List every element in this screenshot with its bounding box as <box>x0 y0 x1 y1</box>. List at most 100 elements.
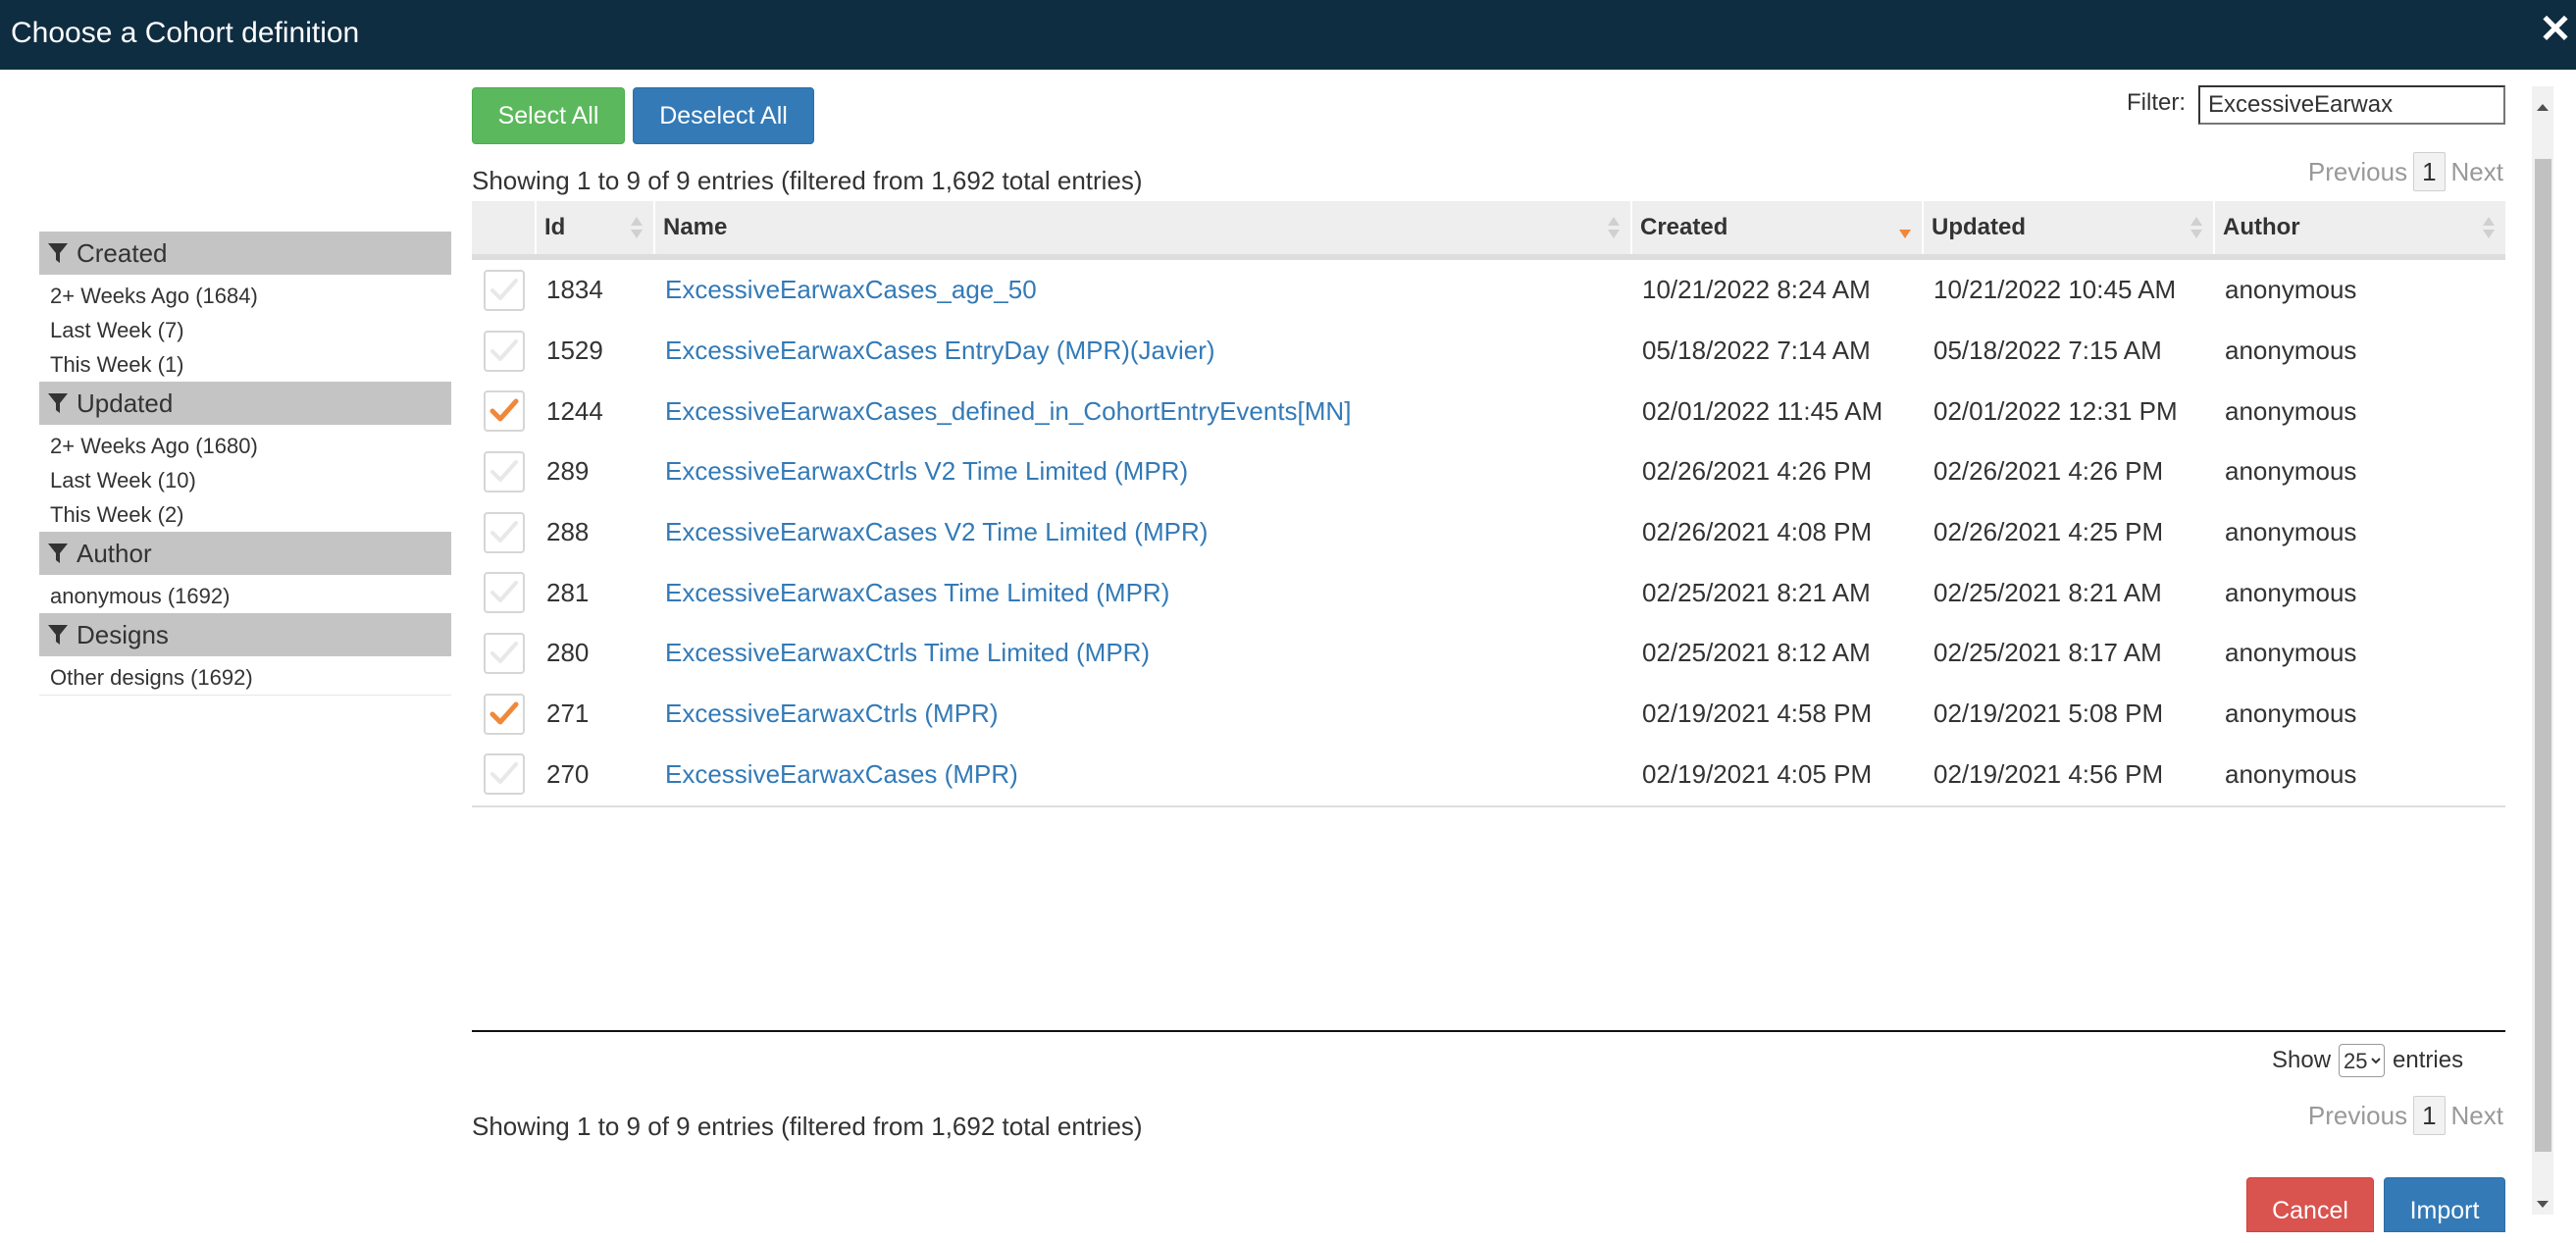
id-cell: 280 <box>546 638 590 668</box>
updated-cell: 05/18/2022 7:15 AM <box>1933 336 2162 366</box>
cohort-name-link[interactable]: ExcessiveEarwaxCases V2 Time Limited (MP… <box>665 517 1208 546</box>
name-cell: ExcessiveEarwaxCtrls Time Limited (MPR) <box>655 638 1632 668</box>
row-checkbox[interactable] <box>484 511 525 553</box>
filter-icon <box>48 625 68 645</box>
entries-info-bottom: Showing 1 to 9 of 9 entries (filtered fr… <box>472 1112 1143 1141</box>
author-cell: anonymous <box>2225 758 2357 789</box>
id-cell: 1529 <box>546 336 603 366</box>
cohort-name-link[interactable]: ExcessiveEarwaxCases_age_50 <box>665 275 1037 304</box>
facet-items-created: 2+ Weeks Ago (1684) Last Week (7) This Wee… <box>39 275 451 382</box>
created-cell: 02/26/2021 4:26 PM <box>1642 456 1873 487</box>
sort-both-icon <box>631 217 643 238</box>
facet-header-created[interactable]: Created <box>39 232 451 275</box>
page-number-button[interactable]: 1 <box>2413 1096 2446 1135</box>
table-row[interactable]: 289 ExcessiveEarwaxCtrls V2 Time Limited … <box>472 441 2505 502</box>
table-row[interactable]: 1834 ExcessiveEarwaxCases_age_50 10/21/202… <box>472 260 2505 321</box>
cohort-name-link[interactable]: ExcessiveEarwaxCases_defined_in_CohortEn… <box>665 396 1351 426</box>
author-cell: anonymous <box>2225 456 2357 487</box>
created-cell: 10/21/2022 8:24 AM <box>1642 275 1871 305</box>
checkmark-faded-icon <box>490 338 518 361</box>
table-row[interactable]: 270 ExcessiveEarwaxCases (MPR) 02/19/2021 … <box>472 745 2505 805</box>
created-cell: 02/19/2021 4:05 PM <box>1642 758 1873 789</box>
facet-header-updated[interactable]: Updated <box>39 382 451 425</box>
id-cell: 281 <box>546 577 590 607</box>
table-row[interactable]: 1244 ExcessiveEarwaxCases_defined_in_Coho… <box>472 381 2505 441</box>
row-checkbox[interactable] <box>484 572 525 614</box>
facet-item[interactable]: Last Week (7) <box>39 313 451 347</box>
facet-item[interactable]: This Week (1) <box>39 347 451 382</box>
deselect-all-button[interactable]: Deselect All <box>633 87 814 144</box>
facet-title: Author <box>77 539 152 568</box>
cohort-name-link[interactable]: ExcessiveEarwaxCases (MPR) <box>665 759 1018 789</box>
checkmark-faded-icon <box>490 762 518 785</box>
row-checkbox[interactable] <box>484 269 525 311</box>
facet-header-author[interactable]: Author <box>39 532 451 575</box>
facet-title: Created <box>77 238 168 268</box>
scrollbar-thumb[interactable] <box>2535 159 2551 1152</box>
sort-both-icon <box>1608 217 1620 238</box>
scroll-up-arrow-icon[interactable] <box>2534 99 2551 117</box>
header-created[interactable]: Created <box>1632 201 1924 254</box>
facet-item[interactable]: Last Week (10) <box>39 463 451 497</box>
created-cell: 02/25/2021 8:21 AM <box>1642 577 1871 607</box>
row-checkbox[interactable] <box>484 330 525 372</box>
select-all-button[interactable]: Select All <box>472 87 625 144</box>
facet-item[interactable]: anonymous (1692) <box>39 579 451 613</box>
row-checkbox[interactable] <box>484 753 525 796</box>
page-number-button[interactable]: 1 <box>2413 152 2446 191</box>
facet-item[interactable]: This Week (2) <box>39 497 451 532</box>
checkmark-icon <box>489 701 519 725</box>
filter-input[interactable] <box>2198 85 2505 125</box>
author-cell: anonymous <box>2225 275 2357 305</box>
show-entries-suffix: entries <box>2393 1047 2464 1073</box>
cancel-button[interactable]: Cancel <box>2246 1177 2374 1232</box>
filter-label: Filter: <box>2127 89 2186 116</box>
header-id[interactable]: Id <box>537 201 655 254</box>
row-checkbox[interactable] <box>484 632 525 674</box>
header-updated[interactable]: Updated <box>1924 201 2215 254</box>
next-page-link[interactable]: Next <box>2451 1101 2503 1131</box>
page-length-select[interactable]: 25 <box>2339 1044 2386 1077</box>
scroll-down-arrow-icon[interactable] <box>2534 1195 2551 1213</box>
table-row[interactable]: 271 ExcessiveEarwaxCtrls (MPR) 02/19/2021 … <box>472 684 2505 745</box>
updated-cell: 02/19/2021 5:08 PM <box>1933 699 2164 729</box>
table-row[interactable]: 281 ExcessiveEarwaxCases Time Limited (MP… <box>472 562 2505 623</box>
checkmark-faded-icon <box>490 278 518 300</box>
header-author-label: Author <box>2223 214 2300 240</box>
select-cell <box>472 632 537 674</box>
id-cell: 270 <box>546 758 590 789</box>
cohort-name-link[interactable]: ExcessiveEarwaxCases EntryDay (MPR)(Javi… <box>665 336 1215 365</box>
author-cell: anonymous <box>2225 517 2357 547</box>
header-author[interactable]: Author <box>2215 201 2505 254</box>
facet-item[interactable]: 2+ Weeks Ago (1680) <box>39 429 451 463</box>
filter-icon <box>48 393 68 413</box>
row-checkbox[interactable] <box>484 693 525 735</box>
previous-page-link[interactable]: Previous <box>2308 1101 2407 1131</box>
created-cell: 02/26/2021 4:08 PM <box>1642 517 1873 547</box>
updated-cell: 02/25/2021 8:17 AM <box>1933 638 2162 668</box>
close-icon[interactable]: ✕ <box>2535 8 2576 51</box>
header-name[interactable]: Name <box>655 201 1632 254</box>
table-row[interactable]: 1529 ExcessiveEarwaxCases EntryDay (MPR)(… <box>472 321 2505 382</box>
select-cell <box>472 269 537 311</box>
cohort-name-link[interactable]: ExcessiveEarwaxCtrls V2 Time Limited (MP… <box>665 456 1188 486</box>
table-row[interactable]: 280 ExcessiveEarwaxCtrls Time Limited (MP… <box>472 623 2505 684</box>
updated-cell: 02/26/2021 4:26 PM <box>1933 456 2164 487</box>
cohort-name-link[interactable]: ExcessiveEarwaxCtrls (MPR) <box>665 699 999 728</box>
pagination-top: Previous 1 Next <box>2308 152 2503 191</box>
facet-header-designs[interactable]: Designs <box>39 613 451 656</box>
cohort-name-link[interactable]: ExcessiveEarwaxCtrls Time Limited (MPR) <box>665 638 1150 667</box>
facet-item[interactable]: Other designs (1692) <box>39 660 451 696</box>
row-checkbox[interactable] <box>484 390 525 433</box>
facet-items-author: anonymous (1692) <box>39 575 451 613</box>
row-checkbox[interactable] <box>484 450 525 492</box>
import-button[interactable]: Import <box>2384 1177 2505 1232</box>
updated-cell: 02/01/2022 12:31 PM <box>1933 395 2178 426</box>
updated-cell: 02/26/2021 4:25 PM <box>1933 517 2164 547</box>
cohort-name-link[interactable]: ExcessiveEarwaxCases Time Limited (MPR) <box>665 578 1169 607</box>
show-entries: Show 25 entries <box>2272 1044 2463 1077</box>
table-row[interactable]: 288 ExcessiveEarwaxCases V2 Time Limited … <box>472 502 2505 563</box>
facet-item[interactable]: 2+ Weeks Ago (1684) <box>39 279 451 313</box>
previous-page-link[interactable]: Previous <box>2308 157 2407 187</box>
next-page-link[interactable]: Next <box>2451 157 2503 187</box>
